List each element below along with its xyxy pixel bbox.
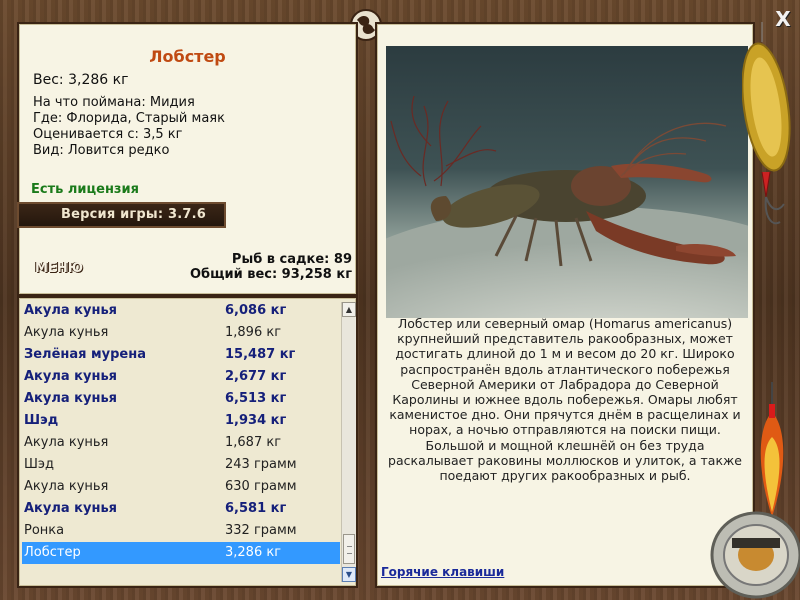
catch-list-item[interactable]: Шэд 243 грамм bbox=[22, 454, 340, 476]
fish-rarity: Вид: Ловится редко bbox=[33, 143, 170, 158]
arrow-down-icon[interactable]: ▼ bbox=[342, 567, 356, 582]
catch-list-item[interactable]: Акула кунья 6,513 кг bbox=[22, 388, 340, 410]
catch-item-weight: 1,896 кг bbox=[225, 325, 282, 340]
game-version-banner: Версия игры: 3.7.6 bbox=[19, 204, 224, 226]
catch-list-item[interactable]: Акула кунья 2,677 кг bbox=[22, 366, 340, 388]
catch-item-weight: 1,687 кг bbox=[225, 435, 282, 450]
menu-button[interactable]: МЕНЮ bbox=[35, 261, 83, 276]
fish-weight: Вес: 3,286 кг bbox=[33, 72, 129, 88]
catch-item-name: Акула кунья bbox=[24, 479, 109, 494]
fish-description: Лобстер или северный омар (Homarus ameri… bbox=[388, 316, 742, 484]
catch-item-name: Ронка bbox=[24, 523, 65, 538]
catch-item-name: Акула кунья bbox=[24, 369, 118, 384]
catch-item-weight: 6,086 кг bbox=[225, 303, 287, 318]
catch-item-weight: 6,513 кг bbox=[225, 391, 287, 406]
catch-item-name: Шэд bbox=[24, 413, 59, 428]
fish-location: Где: Флорида, Старый маяк bbox=[33, 111, 225, 126]
catch-list-item[interactable]: Ронка 332 грамм bbox=[22, 520, 340, 542]
fish-description-panel: Лобстер или северный омар (Homarus ameri… bbox=[377, 24, 753, 586]
catch-item-name: Акула кунья bbox=[24, 391, 118, 406]
catch-list: Акула кунья 6,086 кг Акула кунья 1,896 кг Зе… bbox=[22, 300, 340, 564]
catch-item-name: Акула кунья bbox=[24, 435, 109, 450]
license-status: Есть лицензия bbox=[31, 182, 139, 197]
catch-item-weight: 243 грамм bbox=[225, 457, 297, 472]
scrollbar-thumb[interactable] bbox=[343, 534, 355, 564]
spoon-lure-icon bbox=[742, 22, 791, 225]
catch-list-item[interactable]: Шэд 1,934 кг bbox=[22, 410, 340, 432]
catch-item-name: Акула кунья bbox=[24, 325, 109, 340]
catch-item-weight: 630 грамм bbox=[225, 479, 297, 494]
catch-item-name: Лобстер bbox=[24, 545, 81, 560]
keepnet-fish-count: Рыб в садке: 89 bbox=[231, 252, 352, 267]
catch-item-weight: 1,934 кг bbox=[225, 413, 287, 428]
hotkeys-link[interactable]: Горячие клавиши bbox=[381, 565, 504, 579]
catch-item-weight: 6,581 кг bbox=[225, 501, 287, 516]
catch-list-item[interactable]: Акула кунья 6,086 кг bbox=[22, 300, 340, 322]
keepnet-total-weight: Общий вес: 93,258 кг bbox=[189, 267, 352, 282]
lobster-photo bbox=[386, 46, 748, 318]
catch-item-name: Акула кунья bbox=[24, 501, 118, 516]
catch-list-panel: Акула кунья 6,086 кг Акула кунья 1,896 кг Зе… bbox=[19, 298, 356, 586]
fish-bait: На что поймана: Мидия bbox=[33, 95, 195, 110]
fishing-line-spool-icon bbox=[710, 511, 800, 599]
catch-list-scrollbar[interactable]: ▲ ▼ bbox=[341, 302, 356, 582]
fish-info-panel: Лобстер Вес: 3,286 кг На что поймана: Ми… bbox=[19, 24, 356, 294]
catch-item-weight: 332 грамм bbox=[225, 523, 297, 538]
catch-list-item[interactable]: Акула кунья 1,687 кг bbox=[22, 432, 340, 454]
catch-item-weight: 2,677 кг bbox=[225, 369, 287, 384]
catch-item-name: Зелёная мурена bbox=[24, 347, 146, 362]
catch-item-weight: 3,286 кг bbox=[225, 545, 282, 560]
catch-item-name: Акула кунья bbox=[24, 303, 118, 318]
catch-item-weight: 15,487 кг bbox=[225, 347, 296, 362]
catch-item-name: Шэд bbox=[24, 457, 55, 472]
catch-list-item[interactable]: Лобстер 3,286 кг bbox=[22, 542, 340, 564]
fish-valued-from: Оценивается с: 3,5 кг bbox=[33, 127, 183, 142]
catch-list-item[interactable]: Акула кунья 630 грамм bbox=[22, 476, 340, 498]
catch-list-item[interactable]: Акула кунья 1,896 кг bbox=[22, 322, 340, 344]
arrow-up-icon[interactable]: ▲ bbox=[342, 302, 356, 317]
catch-list-item[interactable]: Акула кунья 6,581 кг bbox=[22, 498, 340, 520]
catch-list-item[interactable]: Зелёная мурена 15,487 кг bbox=[22, 344, 340, 366]
fish-title: Лобстер bbox=[149, 47, 226, 66]
